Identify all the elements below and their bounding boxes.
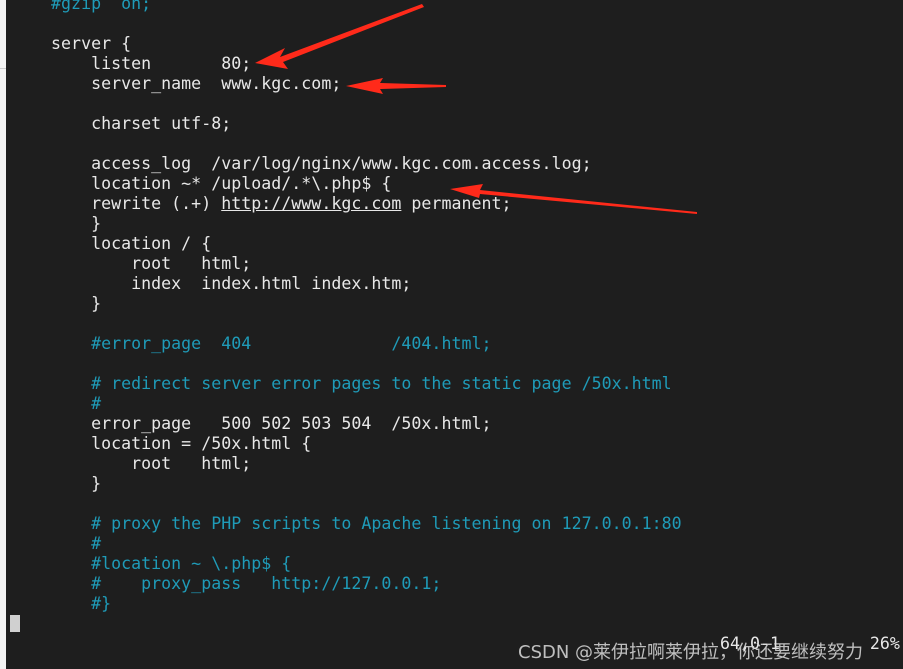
arrow-location-icon	[450, 184, 697, 214]
arrow-listen-icon	[255, 4, 424, 69]
annotation-arrows	[255, 4, 697, 214]
arrow-server-name-icon	[346, 78, 446, 94]
